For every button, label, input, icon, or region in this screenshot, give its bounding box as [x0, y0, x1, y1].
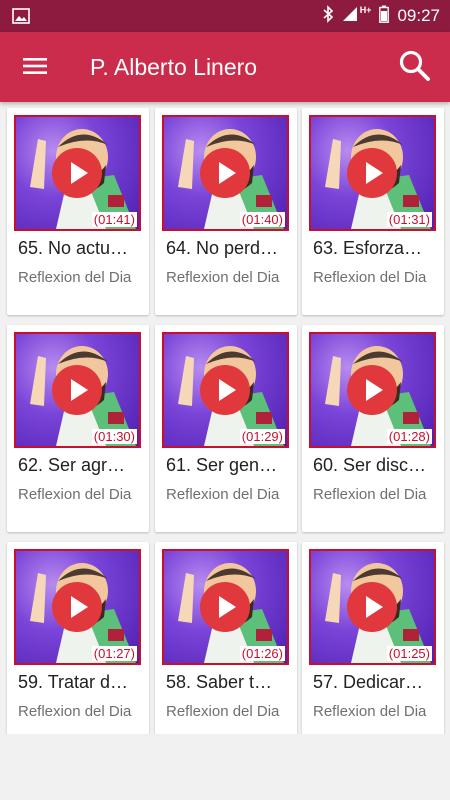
- video-thumbnail[interactable]: (01:26): [162, 549, 289, 665]
- menu-icon: [23, 56, 47, 81]
- video-title[interactable]: 63. Esforza…: [313, 238, 438, 259]
- video-card[interactable]: (01:27) 59. Tratar d… Reflexion del Dia: [7, 542, 149, 734]
- app-bar: P. Alberto Linero: [0, 32, 450, 102]
- video-thumbnail[interactable]: (01:40): [162, 115, 289, 231]
- signal-icon: [342, 6, 358, 27]
- video-category: Reflexion del Dia: [166, 703, 280, 720]
- video-title[interactable]: 65. No actu…: [18, 238, 143, 259]
- video-card[interactable]: (01:40) 64. No perd… Reflexion del Dia: [155, 108, 297, 315]
- video-duration: (01:41): [91, 212, 137, 227]
- video-category: Reflexion del Dia: [18, 703, 132, 720]
- video-grid: (01:41) 65. No actu… Reflexion del Dia (01:…: [0, 102, 450, 734]
- video-thumbnail[interactable]: (01:31): [309, 115, 436, 231]
- video-thumbnail[interactable]: (01:30): [14, 332, 141, 448]
- video-title[interactable]: 59. Tratar d…: [18, 672, 143, 693]
- video-duration: (01:29): [239, 429, 285, 444]
- search-icon: [398, 49, 430, 86]
- video-title[interactable]: 61. Ser gen…: [166, 455, 291, 476]
- video-title[interactable]: 62. Ser agr…: [18, 455, 143, 476]
- video-category: Reflexion del Dia: [166, 269, 280, 286]
- video-duration: (01:27): [91, 646, 137, 661]
- video-category: Reflexion del Dia: [313, 703, 427, 720]
- video-category: Reflexion del Dia: [313, 486, 427, 503]
- network-type-label: H+: [359, 5, 372, 15]
- menu-button[interactable]: [14, 47, 56, 89]
- video-card[interactable]: (01:31) 63. Esforza… Reflexion del Dia: [302, 108, 444, 315]
- video-duration: (01:40): [239, 212, 285, 227]
- search-button[interactable]: [392, 45, 436, 89]
- video-duration: (01:31): [386, 212, 432, 227]
- bluetooth-icon: [322, 4, 334, 28]
- video-title[interactable]: 58. Saber t…: [166, 672, 291, 693]
- video-duration: (01:25): [386, 646, 432, 661]
- video-thumbnail[interactable]: (01:25): [309, 549, 436, 665]
- app-title: P. Alberto Linero: [90, 54, 258, 80]
- video-thumbnail[interactable]: (01:27): [14, 549, 141, 665]
- video-category: Reflexion del Dia: [166, 486, 280, 503]
- video-title[interactable]: 60. Ser disc…: [313, 455, 438, 476]
- video-card[interactable]: (01:30) 62. Ser agr… Reflexion del Dia: [7, 325, 149, 532]
- video-title[interactable]: 57. Dedicar…: [313, 672, 438, 693]
- image-icon: [12, 7, 30, 30]
- status-time: 09:27: [397, 6, 440, 25]
- battery-icon: [379, 5, 390, 28]
- video-card[interactable]: (01:29) 61. Ser gen… Reflexion del Dia: [155, 325, 297, 532]
- video-category: Reflexion del Dia: [18, 269, 132, 286]
- video-category: Reflexion del Dia: [18, 486, 132, 503]
- video-duration: (01:26): [239, 646, 285, 661]
- video-duration: (01:30): [91, 429, 137, 444]
- video-card[interactable]: (01:25) 57. Dedicar… Reflexion del Dia: [302, 542, 444, 734]
- video-duration: (01:28): [386, 429, 432, 444]
- video-card[interactable]: (01:26) 58. Saber t… Reflexion del Dia: [155, 542, 297, 734]
- video-thumbnail[interactable]: (01:28): [309, 332, 436, 448]
- video-thumbnail[interactable]: (01:41): [14, 115, 141, 231]
- video-thumbnail[interactable]: (01:29): [162, 332, 289, 448]
- video-card[interactable]: (01:28) 60. Ser disc… Reflexion del Dia: [302, 325, 444, 532]
- video-card[interactable]: (01:41) 65. No actu… Reflexion del Dia: [7, 108, 149, 315]
- video-category: Reflexion del Dia: [313, 269, 427, 286]
- status-bar: H+ 09:27: [0, 0, 450, 32]
- video-title[interactable]: 64. No perd…: [166, 238, 291, 259]
